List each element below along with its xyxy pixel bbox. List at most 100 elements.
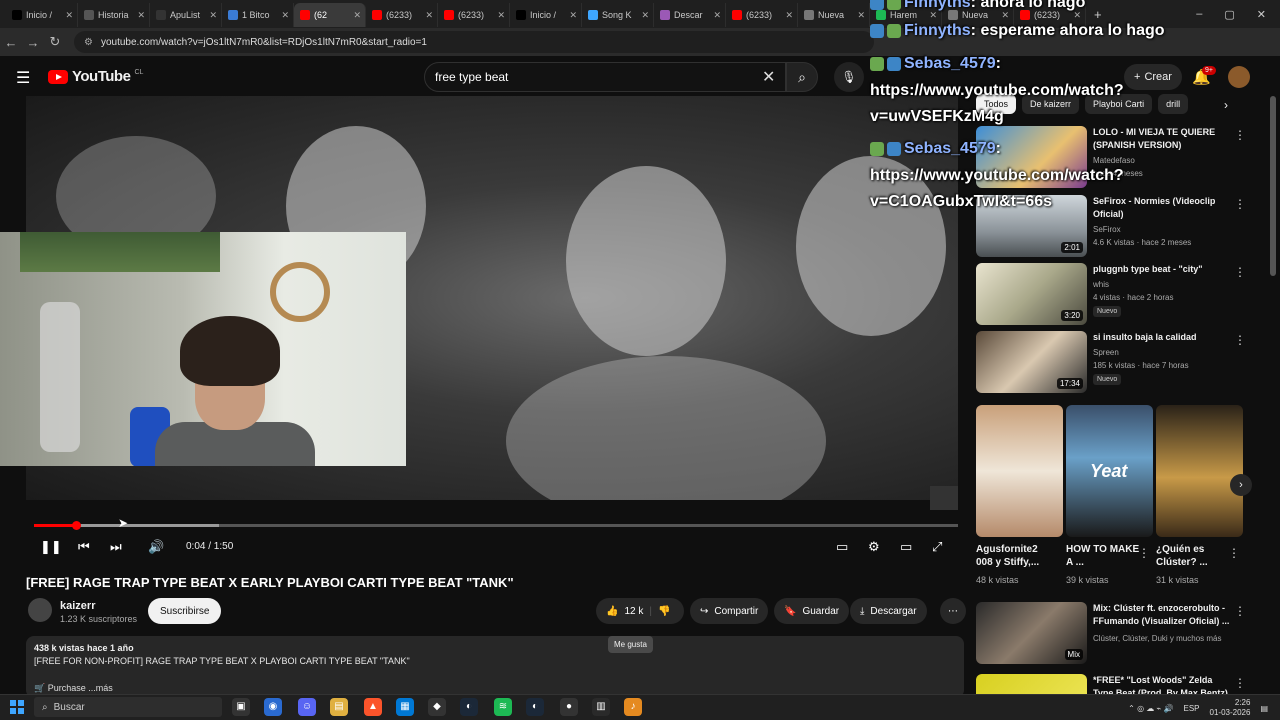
progress-scrubber[interactable] — [72, 521, 81, 530]
file-explorer-icon[interactable]: ▤ — [330, 698, 348, 716]
browser-tab[interactable]: Inicio / ✕ — [6, 3, 78, 27]
app-icon[interactable]: ▥ — [592, 698, 610, 716]
video-thumbnail[interactable]: 3:20 — [976, 263, 1087, 325]
rec-title[interactable]: si insulto baja la calidad — [1093, 331, 1233, 344]
close-tab-icon[interactable]: ✕ — [641, 10, 649, 21]
close-tab-icon[interactable]: ✕ — [785, 10, 793, 21]
next-icon[interactable]: ⏭ — [110, 539, 122, 555]
hamburger-menu-icon[interactable]: ☰ — [16, 68, 30, 88]
close-window-button[interactable]: ✕ — [1257, 8, 1266, 21]
browser-tab[interactable]: Descar ✕ — [654, 3, 726, 27]
recommendation-item[interactable]: *FREE* "Lost Woods" Zelda Type Beat (Pro… — [976, 674, 1256, 694]
chevron-right-icon[interactable]: › — [1224, 98, 1228, 112]
more-options-icon[interactable]: ⋮ — [1234, 604, 1246, 618]
rec-title[interactable]: *FREE* "Lost Woods" Zelda Type Beat (Pro… — [1093, 674, 1233, 694]
settings-gear-icon[interactable]: ⚙ — [868, 539, 880, 555]
short-title[interactable]: Agusfornite2 008 y Stiffy,... — [976, 543, 1056, 569]
more-options-icon[interactable]: ⋮ — [1234, 676, 1246, 690]
browser-tab[interactable]: ApuList ✕ — [150, 3, 222, 27]
reload-icon[interactable]: ↻ — [44, 34, 66, 50]
browser-tab[interactable]: Nueva ✕ — [798, 3, 870, 27]
short-thumbnail[interactable] — [1156, 405, 1243, 537]
back-icon[interactable]: ← — [0, 35, 22, 50]
spotify-icon[interactable]: ≋ — [494, 698, 512, 716]
rec-channel[interactable]: whis — [1093, 280, 1109, 289]
theater-mode-icon[interactable]: ▭ — [900, 539, 912, 555]
rec-title[interactable]: pluggnb type beat - "city" — [1093, 263, 1233, 276]
mix-item[interactable]: Mix Mix: Clúster ft. enzocerobulto - FFu… — [976, 602, 1256, 666]
store-icon[interactable]: ▦ — [396, 698, 414, 716]
browser-tab[interactable]: (6233) ✕ — [438, 3, 510, 27]
steam-icon[interactable]: ◐ — [460, 698, 478, 716]
channel-name[interactable]: kaizerr — [60, 600, 95, 612]
recommendation-item[interactable]: 17:34 si insulto baja la calidad Spreen … — [976, 331, 1256, 395]
video-thumbnail[interactable] — [976, 674, 1087, 694]
chevron-right-icon[interactable]: › — [1230, 474, 1252, 496]
previous-icon[interactable]: ⏮ — [78, 539, 90, 555]
short-thumbnail[interactable] — [976, 405, 1063, 537]
browser-tab[interactable]: 1 Bitco ✕ — [222, 3, 294, 27]
fl-studio-icon[interactable]: ♪ — [624, 698, 642, 716]
create-button[interactable]: + Crear — [1124, 64, 1182, 90]
obs-icon[interactable]: ● — [560, 698, 578, 716]
browser-tab[interactable]: (6233) ✕ — [366, 3, 438, 27]
search-button[interactable]: ⌕ — [786, 62, 818, 92]
tray-icons[interactable]: ⌃ ◎ ☁ ⌁ 🔊 — [1128, 704, 1173, 713]
page-scrollbar[interactable] — [1270, 96, 1276, 276]
more-options-icon[interactable]: ⋮ — [1234, 197, 1246, 211]
more-options-icon[interactable]: ⋮ — [1228, 546, 1240, 560]
video-thumbnail[interactable]: Mix — [976, 602, 1087, 664]
short-title[interactable]: ¿Quién es Clúster? ... — [1156, 543, 1236, 569]
windows-start-icon[interactable] — [10, 700, 24, 714]
steam-icon[interactable]: ◐ — [526, 698, 544, 716]
site-info-icon[interactable]: ⚙ — [84, 37, 93, 48]
language-indicator[interactable]: ESP — [1184, 704, 1200, 713]
like-icon[interactable]: 👍 — [606, 606, 618, 617]
download-button[interactable]: ⤓ Descargar — [850, 598, 927, 624]
pause-icon[interactable]: ❚❚ — [40, 539, 62, 555]
more-options-icon[interactable]: ⋮ — [1138, 546, 1150, 560]
more-options-icon[interactable]: ⋮ — [1234, 333, 1246, 347]
rec-channel[interactable]: SeFirox — [1093, 225, 1121, 234]
share-button[interactable]: ↪ Compartir — [690, 598, 769, 624]
chip-drill[interactable]: drill — [1158, 94, 1189, 114]
minimize-button[interactable]: – — [1196, 8, 1202, 20]
fullscreen-icon[interactable]: ⤢ — [932, 539, 942, 555]
close-tab-icon[interactable]: ✕ — [569, 10, 577, 21]
discord-icon[interactable]: ☺ — [298, 698, 316, 716]
more-actions-icon[interactable]: ⋯ — [940, 598, 966, 624]
rec-channel[interactable]: Matedefaso — [1093, 156, 1135, 165]
more-options-icon[interactable]: ⋮ — [1234, 128, 1246, 142]
youtube-logo[interactable]: YouTube CL — [48, 68, 143, 85]
browser-tab[interactable]: (6233) ✕ — [726, 3, 798, 27]
maximize-button[interactable]: ▢ — [1224, 8, 1234, 21]
rec-channel[interactable]: Spreen — [1093, 348, 1119, 357]
recommendation-item[interactable]: 3:20 pluggnb type beat - "city" whis 4 v… — [976, 263, 1256, 327]
voice-search-icon[interactable]: 🎙 — [834, 62, 864, 92]
like-count[interactable]: 12 k — [624, 606, 643, 617]
close-tab-icon[interactable]: ✕ — [425, 10, 433, 21]
browser-tab[interactable]: Inicio / ✕ — [510, 3, 582, 27]
rec-title[interactable]: SeFirox - Normies (Videoclip Oficial) — [1093, 195, 1233, 221]
task-view-icon[interactable]: ▣ — [232, 698, 250, 716]
more-options-icon[interactable]: ⋮ — [1234, 265, 1246, 279]
rec-title[interactable]: Mix: Clúster ft. enzocerobulto - FFumand… — [1093, 602, 1233, 628]
dislike-icon[interactable]: 👎 — [658, 606, 670, 617]
show-more-link[interactable]: 🛒 Purchase ...más — [34, 683, 113, 694]
close-tab-icon[interactable]: ✕ — [137, 10, 145, 21]
short-title[interactable]: HOW TO MAKE A ... — [1066, 543, 1146, 569]
browser-tab[interactable]: (62 ✕ — [294, 3, 366, 27]
clock[interactable]: 2:26 01-03-2026 — [1210, 698, 1251, 718]
taskbar-search[interactable]: ⌕ Buscar — [34, 697, 222, 717]
chrome-icon[interactable]: ◉ — [264, 698, 282, 716]
url-input[interactable]: ⚙ youtube.com/watch?v=jOs1ltN7mR0&list=R… — [74, 31, 874, 53]
brave-icon[interactable]: ▲ — [364, 698, 382, 716]
user-avatar[interactable] — [1228, 66, 1250, 88]
channel-avatar[interactable] — [28, 598, 52, 622]
subtitles-icon[interactable]: ▭ — [836, 539, 848, 555]
new-tab-button[interactable]: + — [1094, 7, 1102, 22]
description-box[interactable] — [26, 636, 964, 698]
forward-icon[interactable]: → — [22, 35, 44, 50]
short-thumbnail[interactable]: Yeat — [1066, 405, 1153, 537]
end-screen-thumb[interactable] — [930, 486, 958, 510]
